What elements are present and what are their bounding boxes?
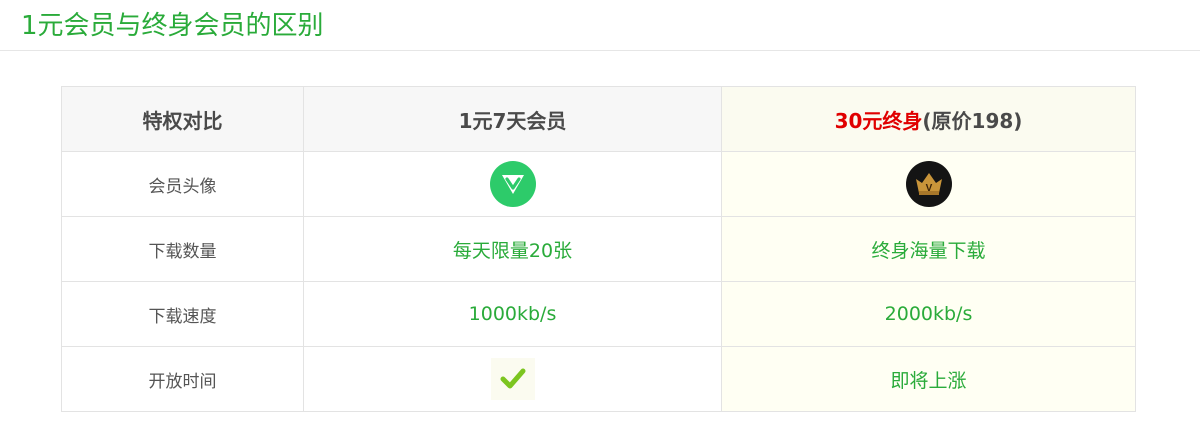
comparison-table: 特权对比 1元7天会员 30元终身(原价198) 会员头像 V 下载数量 每天限… — [61, 86, 1136, 412]
lifetime-original-price: (原价198) — [922, 108, 1023, 133]
table-header-row: 特权对比 1元7天会员 30元终身(原价198) — [61, 86, 1136, 152]
lifetime-price: 30元终身 — [834, 108, 923, 133]
lifetime-download-speed: 2000kb/s — [721, 281, 1136, 347]
basic-open-time-cell — [303, 346, 722, 412]
crown-badge-icon: V — [905, 161, 952, 207]
row-label-download-speed: 下载速度 — [61, 281, 304, 347]
basic-download-count: 每天限量20张 — [303, 216, 722, 282]
lifetime-open-time: 即将上涨 — [721, 346, 1136, 412]
header-privilege: 特权对比 — [61, 86, 304, 152]
table-row: 下载数量 每天限量20张 终身海量下载 — [61, 216, 1136, 282]
header-basic-plan: 1元7天会员 — [303, 86, 722, 152]
row-label-download-count: 下载数量 — [61, 216, 304, 282]
row-label-avatar: 会员头像 — [61, 151, 304, 217]
svg-text:V: V — [925, 183, 932, 194]
vip-badge-icon — [489, 161, 536, 207]
checkmark-box — [490, 358, 535, 400]
basic-avatar-cell — [303, 151, 722, 217]
page-title: 1元会员与终身会员的区别 — [21, 11, 324, 41]
lifetime-download-count: 终身海量下载 — [721, 216, 1136, 282]
table-row: 开放时间 即将上涨 — [61, 346, 1136, 412]
header-lifetime-plan: 30元终身(原价198) — [721, 86, 1136, 152]
checkmark-icon — [500, 368, 525, 389]
page-header: 1元会员与终身会员的区别 — [0, 0, 1200, 51]
lifetime-avatar-cell: V — [721, 151, 1136, 217]
table-row: 会员头像 V — [61, 151, 1136, 217]
row-label-open-time: 开放时间 — [61, 346, 304, 412]
basic-download-speed: 1000kb/s — [303, 281, 722, 347]
table-row: 下载速度 1000kb/s 2000kb/s — [61, 281, 1136, 347]
